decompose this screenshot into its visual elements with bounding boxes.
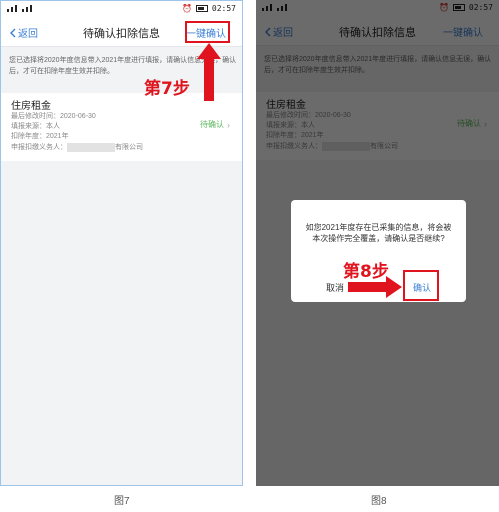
battery-icon bbox=[195, 5, 208, 12]
deduction-year: 扣除年度：2021年 bbox=[11, 133, 69, 140]
signal-icon bbox=[7, 5, 32, 12]
fill-source: 填报来源：本人 bbox=[11, 123, 60, 130]
step-7-label: 第7步 bbox=[144, 79, 190, 99]
withholding-agent-suffix: 有限公司 bbox=[115, 144, 143, 151]
arrow-right-icon bbox=[348, 276, 402, 298]
highlight-box-confirm-all bbox=[185, 21, 230, 43]
clock: 02:57 bbox=[211, 4, 236, 13]
redacted-name bbox=[67, 142, 115, 152]
screenshot-figure-8: ⏰ 02:57 返回 待确认扣除信息 一键确认 您已选择将2020年度信息带入2… bbox=[256, 0, 499, 486]
withholding-agent: 申报扣缴义务人： 有限公司 bbox=[11, 142, 143, 152]
highlight-box-ok bbox=[403, 270, 439, 301]
caption-figure-7: 图7 bbox=[114, 496, 130, 507]
status-badge: 待确认 › bbox=[200, 119, 230, 130]
caption-figure-8: 图8 bbox=[371, 496, 387, 507]
status-label: 待确认 bbox=[200, 120, 224, 129]
arrow-up-icon bbox=[197, 43, 221, 101]
card-title: 住房租金 bbox=[11, 101, 51, 112]
dialog-message: 如您2021年度存在已采集的信息，将会被本次操作完全覆盖，请确认是否继续? bbox=[305, 223, 452, 243]
alarm-icon: ⏰ bbox=[181, 4, 192, 13]
last-modified: 最后修改时间：2020-06-30 bbox=[11, 113, 96, 120]
withholding-agent-label: 申报扣缴义务人： bbox=[11, 144, 67, 151]
chevron-right-icon: › bbox=[227, 119, 230, 130]
status-bar: ⏰ 02:57 bbox=[1, 1, 242, 17]
screenshot-figure-7: ⏰ 02:57 返回 待确认扣除信息 一键确认 您已选择将2020年度信息带入2… bbox=[0, 0, 243, 486]
cancel-button[interactable]: 取消 bbox=[326, 281, 344, 294]
deduction-card[interactable]: 住房租金 最后修改时间：2020-06-30 填报来源：本人 扣除年度：2021… bbox=[1, 93, 242, 161]
